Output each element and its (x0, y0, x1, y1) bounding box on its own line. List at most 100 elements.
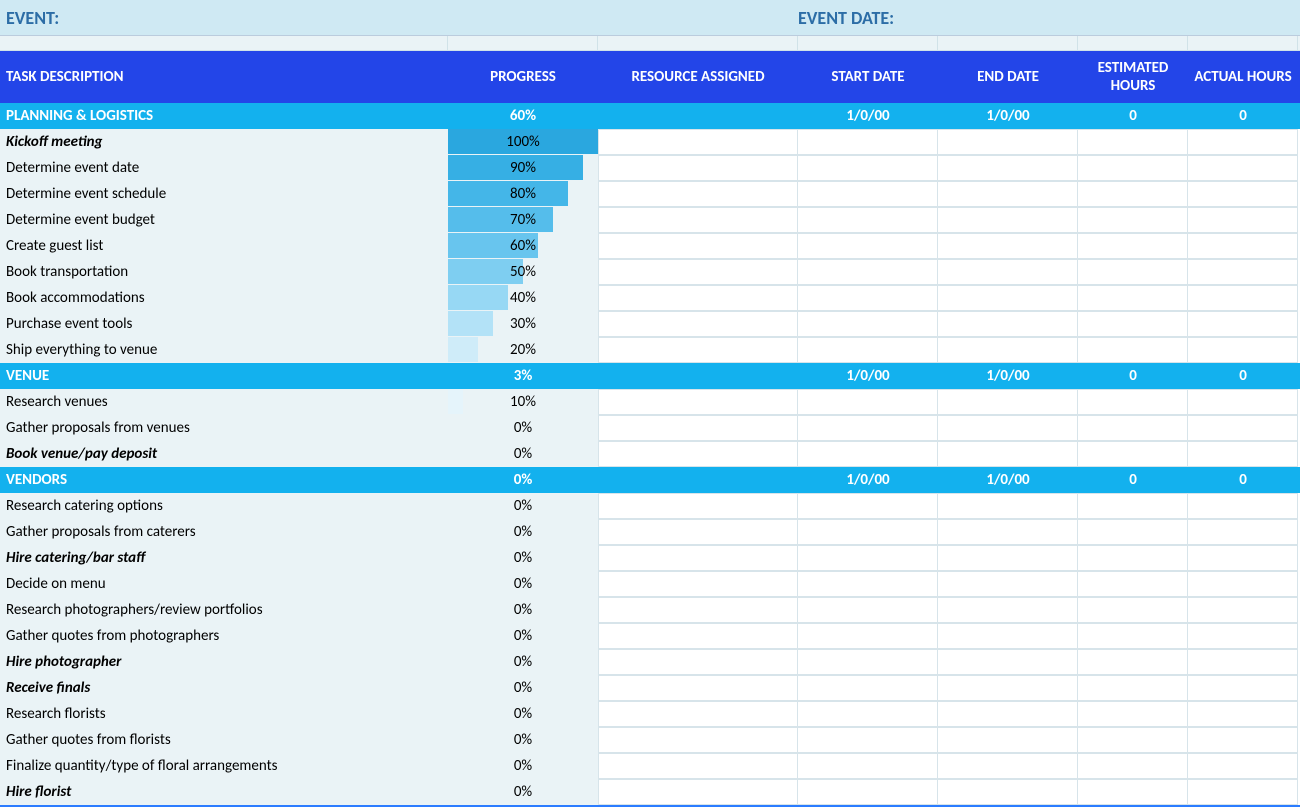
task-cell[interactable]: Research photographers/review portfolios (0, 597, 448, 623)
progress-cell[interactable]: 0% (448, 545, 598, 571)
table-row[interactable]: Research photographers/review portfolios… (0, 597, 1300, 623)
end-cell[interactable] (938, 675, 1078, 701)
act-cell[interactable] (1188, 779, 1298, 805)
start-cell[interactable] (798, 259, 938, 285)
act-cell[interactable] (1188, 441, 1298, 467)
task-cell[interactable]: Gather quotes from florists (0, 727, 448, 753)
end-cell[interactable] (938, 311, 1078, 337)
act-cell[interactable] (1188, 571, 1298, 597)
start-cell[interactable] (798, 155, 938, 181)
task-cell[interactable]: Research venues (0, 389, 448, 415)
resource-cell[interactable] (598, 571, 798, 597)
table-row[interactable]: Gather quotes from florists0% (0, 727, 1300, 753)
task-cell[interactable]: Gather proposals from caterers (0, 519, 448, 545)
progress-cell[interactable]: 40% (448, 285, 598, 311)
table-row[interactable]: Gather proposals from venues0% (0, 415, 1300, 441)
end-cell[interactable] (938, 233, 1078, 259)
progress-cell[interactable]: 80% (448, 181, 598, 207)
est-cell[interactable] (1078, 337, 1188, 363)
start-cell[interactable] (798, 181, 938, 207)
act-cell[interactable] (1188, 285, 1298, 311)
table-row[interactable]: Book transportation50% (0, 259, 1300, 285)
task-cell[interactable]: Determine event budget (0, 207, 448, 233)
table-row[interactable]: Determine event schedule80% (0, 181, 1300, 207)
table-row[interactable]: Determine event budget70% (0, 207, 1300, 233)
progress-cell[interactable]: 0% (448, 701, 598, 727)
act-cell[interactable] (1188, 233, 1298, 259)
act-cell[interactable] (1188, 493, 1298, 519)
act-cell[interactable] (1188, 207, 1298, 233)
start-cell[interactable] (798, 207, 938, 233)
resource-cell[interactable] (598, 207, 798, 233)
progress-cell[interactable]: 0% (448, 493, 598, 519)
progress-cell[interactable]: 0% (448, 415, 598, 441)
est-cell[interactable] (1078, 233, 1188, 259)
act-cell[interactable] (1188, 727, 1298, 753)
task-cell[interactable]: Decide on menu (0, 571, 448, 597)
start-cell[interactable] (798, 753, 938, 779)
end-cell[interactable] (938, 519, 1078, 545)
resource-cell[interactable] (598, 623, 798, 649)
table-row[interactable]: Book venue/pay deposit0% (0, 441, 1300, 467)
task-cell[interactable]: Ship everything to venue (0, 337, 448, 363)
est-cell[interactable] (1078, 441, 1188, 467)
progress-cell[interactable]: 90% (448, 155, 598, 181)
progress-cell[interactable]: 20% (448, 337, 598, 363)
end-cell[interactable] (938, 753, 1078, 779)
table-row[interactable]: Finalize quantity/type of floral arrange… (0, 753, 1300, 779)
table-row[interactable]: Gather proposals from caterers0% (0, 519, 1300, 545)
task-cell[interactable]: Gather quotes from photographers (0, 623, 448, 649)
task-cell[interactable]: Book venue/pay deposit (0, 441, 448, 467)
start-cell[interactable] (798, 415, 938, 441)
resource-cell[interactable] (598, 181, 798, 207)
resource-cell[interactable] (598, 753, 798, 779)
end-cell[interactable] (938, 155, 1078, 181)
resource-cell[interactable] (598, 649, 798, 675)
end-cell[interactable] (938, 649, 1078, 675)
est-cell[interactable] (1078, 155, 1188, 181)
end-cell[interactable] (938, 259, 1078, 285)
table-row[interactable]: Research catering options0% (0, 493, 1300, 519)
resource-cell[interactable] (598, 311, 798, 337)
end-cell[interactable] (938, 129, 1078, 155)
table-row[interactable]: Kickoff meeting100% (0, 129, 1300, 155)
est-cell[interactable] (1078, 597, 1188, 623)
task-cell[interactable]: Create guest list (0, 233, 448, 259)
start-cell[interactable] (798, 545, 938, 571)
progress-cell[interactable]: 0% (448, 623, 598, 649)
resource-cell[interactable] (598, 545, 798, 571)
task-cell[interactable]: Hire photographer (0, 649, 448, 675)
act-cell[interactable] (1188, 129, 1298, 155)
start-cell[interactable] (798, 233, 938, 259)
start-cell[interactable] (798, 441, 938, 467)
start-cell[interactable] (798, 389, 938, 415)
start-cell[interactable] (798, 311, 938, 337)
table-row[interactable]: Hire photographer0% (0, 649, 1300, 675)
task-cell[interactable]: Research florists (0, 701, 448, 727)
start-cell[interactable] (798, 727, 938, 753)
table-row[interactable]: Decide on menu0% (0, 571, 1300, 597)
start-cell[interactable] (798, 571, 938, 597)
end-cell[interactable] (938, 701, 1078, 727)
end-cell[interactable] (938, 779, 1078, 805)
table-row[interactable]: Receive finals0% (0, 675, 1300, 701)
est-cell[interactable] (1078, 207, 1188, 233)
progress-cell[interactable]: 0% (448, 753, 598, 779)
task-cell[interactable]: Finalize quantity/type of floral arrange… (0, 753, 448, 779)
est-cell[interactable] (1078, 311, 1188, 337)
act-cell[interactable] (1188, 649, 1298, 675)
end-cell[interactable] (938, 493, 1078, 519)
start-cell[interactable] (798, 519, 938, 545)
end-cell[interactable] (938, 181, 1078, 207)
est-cell[interactable] (1078, 701, 1188, 727)
resource-cell[interactable] (598, 675, 798, 701)
task-cell[interactable]: Hire catering/bar staff (0, 545, 448, 571)
start-cell[interactable] (798, 285, 938, 311)
table-row[interactable]: Hire florist0% (0, 779, 1300, 805)
act-cell[interactable] (1188, 155, 1298, 181)
resource-cell[interactable] (598, 233, 798, 259)
task-cell[interactable]: Research catering options (0, 493, 448, 519)
end-cell[interactable] (938, 285, 1078, 311)
end-cell[interactable] (938, 337, 1078, 363)
end-cell[interactable] (938, 597, 1078, 623)
